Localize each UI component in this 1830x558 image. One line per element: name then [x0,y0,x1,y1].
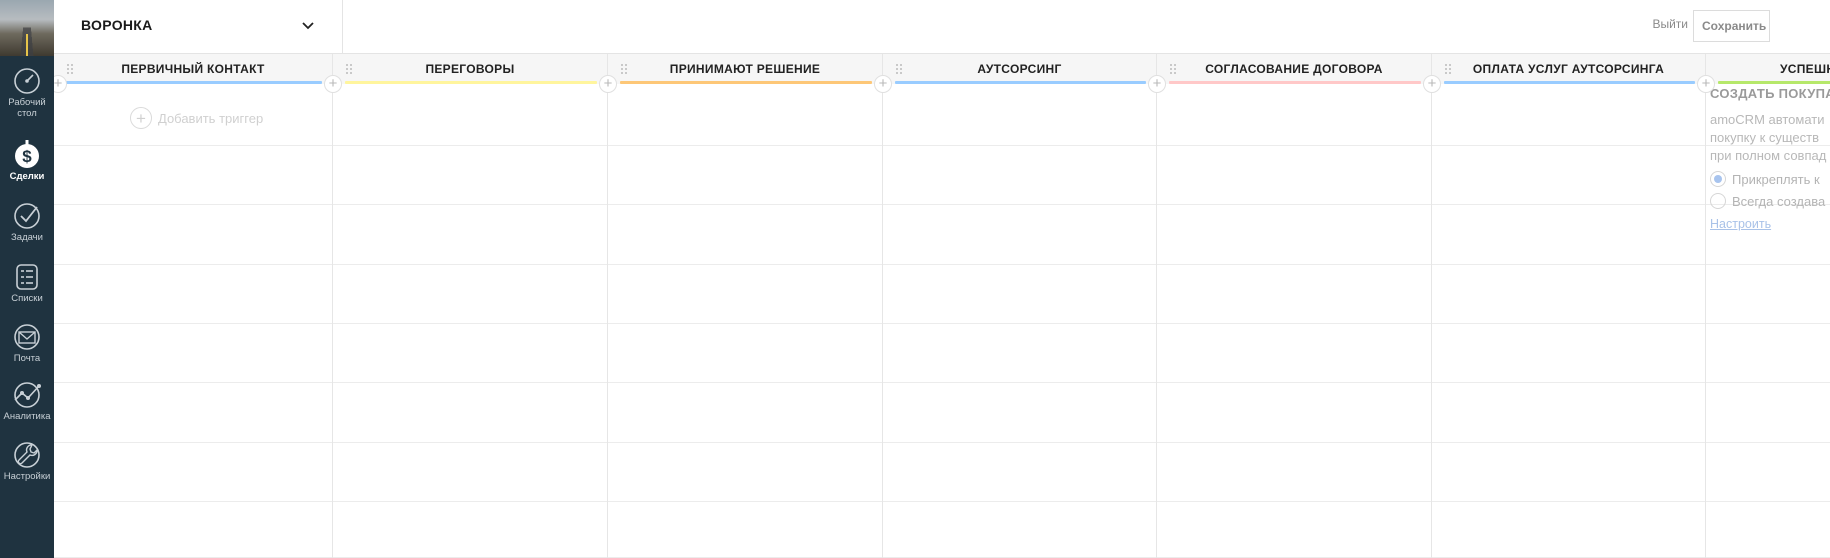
stage-color-bar [1444,81,1695,84]
panel-description-line: при полном совпад [1710,148,1827,163]
stage-header: УСПЕШНО Р [1706,54,1830,84]
svg-text:$: $ [22,147,32,166]
add-stage-button[interactable]: + [874,75,892,93]
stage-color-bar [895,81,1146,84]
stage-color-bar [66,81,322,84]
user-avatar[interactable] [0,0,54,56]
stage-name[interactable]: АУТСОРСИНГ [883,62,1156,76]
stage-name[interactable]: ПЕРВИЧНЫЙ КОНТАКТ [54,62,332,76]
stage-column: ПРИНИМАЮТ РЕШЕНИЕ [608,54,883,558]
plus-icon: + [130,107,152,129]
pipeline-selector[interactable]: ВОРОНКА [54,0,343,54]
add-stage-button[interactable]: + [1423,75,1441,93]
stage-color-bar [1169,81,1421,84]
sidebar-item-mail[interactable]: Почта [0,322,54,364]
sidebar-item-label: Рабочий [8,97,46,108]
panel-title: СОЗДАТЬ ПОКУПА [1710,86,1830,101]
sidebar-item-analytics[interactable]: Аналитика [0,380,54,422]
sidebar-item-tasks[interactable]: Задачи [0,201,54,243]
stage-name[interactable]: УСПЕШНО Р [1780,62,1830,76]
radio-option-always-create[interactable]: Всегда создава [1710,193,1830,209]
dashboard-icon [12,66,42,96]
sidebar-item-deals[interactable]: $ Сделки [0,140,54,182]
sidebar-item-label: Сделки [9,171,45,182]
tasks-icon [12,201,42,231]
stage-name[interactable]: ПЕРЕГОВОРЫ [333,62,607,76]
sidebar-item-label: Настройки [3,471,51,482]
stage-color-bar [345,81,597,84]
sidebar-item-dashboard[interactable]: Рабочий стол [0,66,54,119]
stage-column: АУТСОРСИНГ [883,54,1157,558]
radio-option-attach[interactable]: Прикреплять к [1710,171,1830,187]
sidebar-item-lists[interactable]: Списки [0,262,54,304]
stage-name[interactable]: ПРИНИМАЮТ РЕШЕНИЕ [608,62,882,76]
sidebar-item-label: стол [17,108,37,119]
panel-description-line: amoCRM автомати [1710,112,1825,127]
panel-description-line: покупку к существ [1710,130,1820,145]
stage-header: ПЕРЕГОВОРЫ [333,54,607,84]
stage-header: АУТСОРСИНГ [883,54,1156,84]
pipeline-board: ПЕРВИЧНЫЙ КОНТАКТ ПЕРЕГОВОРЫ ПРИНИМАЮТ Р… [54,54,1830,558]
mail-icon [12,322,42,352]
add-trigger-label: Добавить триггер [158,110,264,126]
left-sidebar: Рабочий стол $ Сделки Задачи Списки Почт… [0,0,54,558]
radio-unselected-icon[interactable] [1710,193,1726,209]
stage-header: ПЕРВИЧНЫЙ КОНТАКТ [54,54,332,84]
configure-link[interactable]: Настроить [1710,217,1830,231]
stage-name[interactable]: ОПЛАТА УСЛУГ АУТСОРСИНГА [1432,62,1705,76]
stage-name[interactable]: СОГЛАСОВАНИЕ ДОГОВОРА [1157,62,1431,76]
radio-selected-icon[interactable] [1710,171,1726,187]
add-stage-button[interactable]: + [599,75,617,93]
radio-label: Всегда создава [1732,193,1826,209]
sidebar-item-label: Задачи [11,232,43,243]
exit-button[interactable]: Выйти [1652,17,1688,31]
settings-icon [12,440,42,470]
analytics-icon [12,380,42,410]
stage-column: ПЕРЕГОВОРЫ [333,54,608,558]
stage-column: ОПЛАТА УСЛУГ АУТСОРСИНГА [1432,54,1706,558]
lists-icon [12,262,42,292]
pipeline-title: ВОРОНКА [81,17,153,33]
stage-header: СОГЛАСОВАНИЕ ДОГОВОРА [1157,54,1431,84]
add-stage-button[interactable]: + [1697,75,1715,93]
top-header: ВОРОНКА Выйти Сохранить [54,0,1830,54]
stage-header: ОПЛАТА УСЛУГ АУТСОРСИНГА [1432,54,1705,84]
sidebar-item-label: Списки [11,293,43,304]
create-purchase-panel: СОЗДАТЬ ПОКУПА amoCRM автомати покупку к… [1710,86,1830,231]
stage-color-bar [620,81,872,84]
add-trigger-button[interactable]: + Добавить триггер [130,106,263,130]
add-stage-button[interactable]: + [1148,75,1166,93]
stage-color-bar [1718,81,1830,84]
stage-header: ПРИНИМАЮТ РЕШЕНИЕ [608,54,882,84]
sidebar-item-settings[interactable]: Настройки [0,440,54,482]
add-stage-button[interactable]: + [324,75,342,93]
sidebar-item-label: Почта [13,353,41,364]
chevron-down-icon [300,18,316,34]
stage-column: СОГЛАСОВАНИЕ ДОГОВОРА [1157,54,1432,558]
deals-icon: $ [12,140,42,170]
radio-label: Прикреплять к [1732,171,1820,187]
sidebar-item-label: Аналитика [3,411,51,422]
save-button[interactable]: Сохранить [1693,10,1770,42]
